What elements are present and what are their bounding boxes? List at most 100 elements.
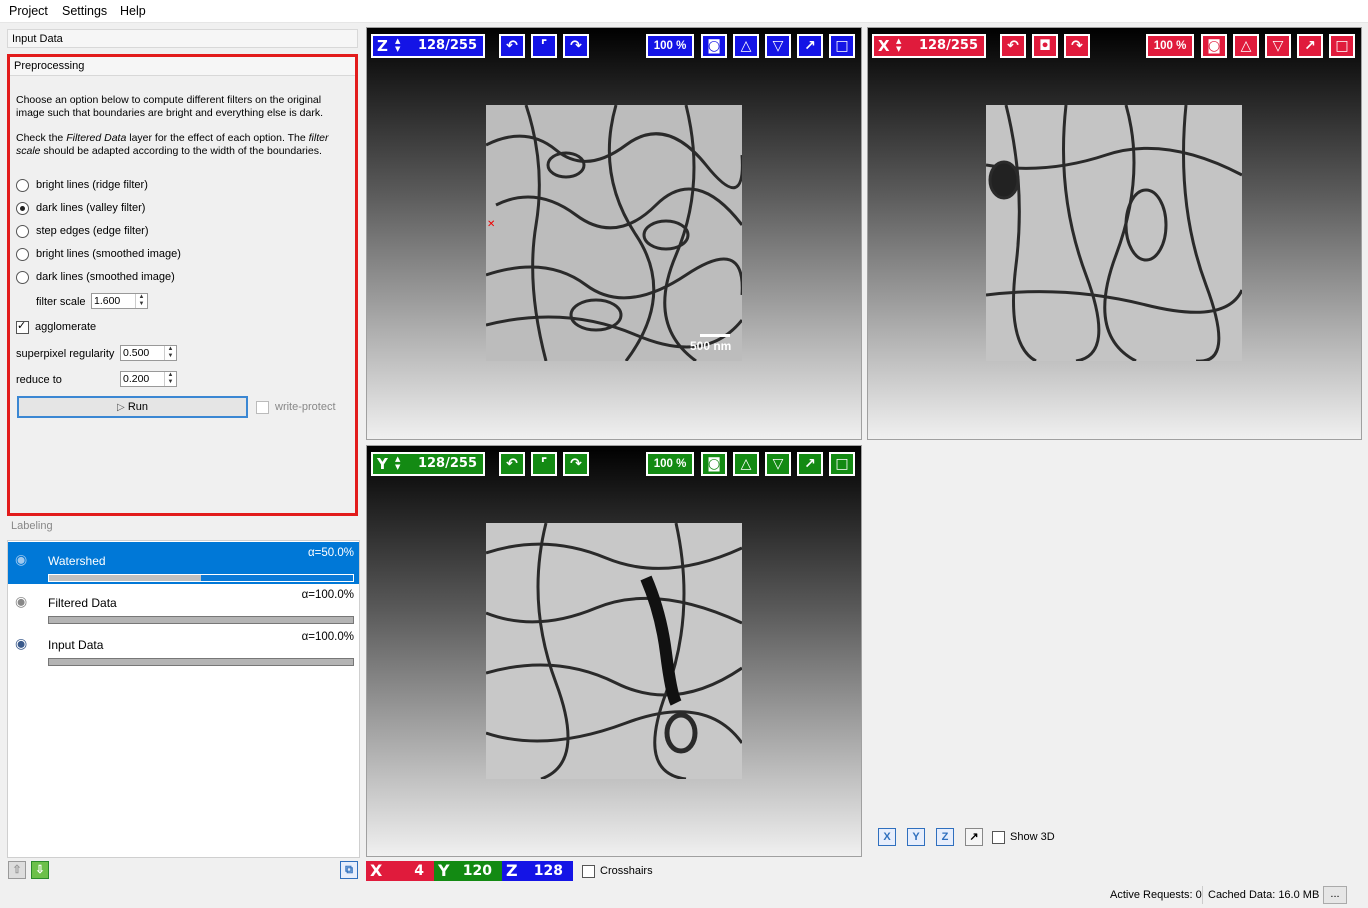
rotate-left-icon[interactable]: ↶	[1000, 34, 1026, 58]
view3d-x-icon[interactable]: X	[878, 828, 896, 846]
rotate-right-icon[interactable]: ↷	[563, 34, 589, 58]
crosshairs-row[interactable]: Crosshairs	[582, 863, 653, 879]
move-layer-down-icon[interactable]: ⇩	[31, 861, 49, 879]
em-image-x	[986, 105, 1242, 361]
rotate-left-icon[interactable]: ↶	[499, 452, 525, 476]
show-3d-checkbox[interactable]	[992, 830, 1005, 844]
maximize-icon[interactable]: ↗	[797, 34, 823, 58]
labeling-section-header[interactable]: Labeling	[7, 517, 358, 536]
updown-icon: ▲ ▼	[395, 455, 401, 471]
swap-axes-icon[interactable]: ⌜	[531, 452, 557, 476]
swap-axes-icon[interactable]: ⌜	[531, 34, 557, 58]
camera-icon[interactable]: ◙	[701, 34, 727, 58]
run-button[interactable]: ▷ Run	[17, 396, 248, 418]
viewer-x[interactable]: X ▲ ▼ 128/255 ↶ ◘ ↷ 100 % ◙ △ ▽ ↗ □	[867, 27, 1362, 440]
crosshair-marker: ✕	[487, 219, 496, 230]
slice-down-icon[interactable]: ▽	[765, 452, 791, 476]
x-slice-spinbox[interactable]: X ▲ ▼ 128/255	[872, 34, 986, 58]
preprocessing-description: Choose an option below to compute differ…	[16, 94, 324, 119]
input-data-section-header[interactable]: Input Data	[7, 29, 358, 48]
show-3d-row[interactable]: Show 3D	[992, 829, 1055, 845]
swap-axes-icon[interactable]: ◘	[1032, 34, 1058, 58]
reduce-to-spinbox[interactable]: 0.200 ▲ ▼	[120, 371, 177, 387]
x-coordinate-indicator: X4	[366, 861, 434, 881]
viewer-z[interactable]: Z ▲ ▼ 128/255 ↶ ⌜ ↷ 100 % ◙ △ ▽ ↗ □ 500 nm …	[366, 27, 862, 440]
radio-dark-lines-smoothed[interactable]: dark lines (smoothed image)	[16, 269, 175, 285]
viewer-y[interactable]: Y ▲ ▼ 128/255 ↶ ⌜ ↷ 100 % ◙ △ ▽ ↗ □	[366, 445, 862, 857]
spin-arrows-icon[interactable]: ▲ ▼	[164, 346, 176, 360]
fullscreen-icon[interactable]: □	[829, 34, 855, 58]
camera-icon[interactable]: ◙	[1201, 34, 1227, 58]
superpixel-regularity-spinbox[interactable]: 0.500 ▲ ▼	[120, 345, 177, 361]
superpixel-regularity-label: superpixel regularity	[16, 348, 115, 360]
layer-watershed[interactable]: ◉ Watershed α=50.0%	[8, 542, 359, 584]
zoom-level-button[interactable]: 100 %	[646, 34, 694, 58]
slice-up-icon[interactable]: △	[733, 452, 759, 476]
status-divider	[1202, 886, 1203, 904]
active-requests-label: Active Requests: 0	[1110, 889, 1202, 901]
y-slice-spinbox[interactable]: Y ▲ ▼ 128/255	[371, 452, 485, 476]
z-coordinate-indicator: Z 128	[502, 861, 573, 881]
layer-settings-icon[interactable]: ⧉	[340, 861, 358, 879]
menu-help[interactable]: Help	[120, 4, 146, 18]
slice-up-icon[interactable]: △	[1233, 34, 1259, 58]
rotate-left-icon[interactable]: ↶	[499, 34, 525, 58]
preprocessing-section-header[interactable]: Preprocessing	[10, 57, 355, 76]
memory-details-button[interactable]: ...	[1323, 886, 1347, 904]
zoom-level-button[interactable]: 100 %	[646, 452, 694, 476]
view3d-z-icon[interactable]: Z	[936, 828, 954, 846]
fullscreen-icon[interactable]: □	[1329, 34, 1355, 58]
slice-down-icon[interactable]: ▽	[765, 34, 791, 58]
spin-arrows-icon[interactable]: ▲ ▼	[135, 294, 147, 308]
eye-icon[interactable]: ◉	[15, 594, 27, 610]
menu-settings[interactable]: Settings	[62, 4, 107, 18]
reduce-to-label: reduce to	[16, 374, 62, 386]
spin-arrows-icon[interactable]: ▲ ▼	[164, 372, 176, 386]
crosshairs-checkbox[interactable]	[582, 864, 595, 878]
layer-list: ◉ Watershed α=50.0% ◉ Filtered Data α=10…	[7, 540, 360, 858]
maximize-icon[interactable]: ↗	[1297, 34, 1323, 58]
scale-bar: 500 nm	[690, 334, 731, 353]
eye-icon[interactable]: ◉	[15, 636, 27, 652]
layer-filtered-data[interactable]: ◉ Filtered Data α=100.0%	[8, 584, 359, 626]
x-slice-image[interactable]	[986, 105, 1242, 361]
layer-input-data[interactable]: ◉ Input Data α=100.0%	[8, 626, 359, 668]
write-protect-row[interactable]: write-protect	[256, 399, 336, 415]
slice-up-icon[interactable]: △	[733, 34, 759, 58]
view3d-y-icon[interactable]: Y	[907, 828, 925, 846]
opacity-bar[interactable]	[48, 658, 354, 666]
radio-indicator[interactable]	[16, 247, 29, 261]
view3d-reset-icon[interactable]: ↗	[965, 828, 983, 846]
filter-scale-spinbox[interactable]: 1.600 ▲ ▼	[91, 293, 148, 309]
agglomerate-checkbox[interactable]	[16, 319, 29, 334]
z-slice-image[interactable]: 500 nm	[486, 105, 742, 361]
preprocessing-panel: Preprocessing Choose an option below to …	[7, 54, 358, 516]
radio-step-edges[interactable]: step edges (edge filter)	[16, 223, 149, 239]
radio-bright-lines-smoothed[interactable]: bright lines (smoothed image)	[16, 246, 181, 262]
eye-icon[interactable]: ◉	[15, 552, 27, 568]
updown-icon: ▲ ▼	[896, 37, 902, 53]
y-slice-image[interactable]	[486, 523, 742, 779]
fullscreen-icon[interactable]: □	[829, 452, 855, 476]
slice-down-icon[interactable]: ▽	[1265, 34, 1291, 58]
move-layer-up-icon[interactable]: ⇧	[8, 861, 26, 879]
zoom-level-button[interactable]: 100 %	[1146, 34, 1194, 58]
camera-icon[interactable]: ◙	[701, 452, 727, 476]
write-protect-checkbox[interactable]	[256, 400, 269, 414]
cached-data-label: Cached Data: 16.0 MB	[1208, 889, 1320, 901]
updown-icon: ▲ ▼	[395, 37, 401, 53]
menu-project[interactable]: Project	[9, 4, 48, 18]
maximize-icon[interactable]: ↗	[797, 452, 823, 476]
radio-dark-lines-valley[interactable]: dark lines (valley filter)	[16, 200, 145, 216]
opacity-bar[interactable]	[48, 574, 354, 582]
radio-indicator[interactable]	[16, 270, 29, 284]
rotate-right-icon[interactable]: ↷	[563, 452, 589, 476]
opacity-bar[interactable]	[48, 616, 354, 624]
radio-indicator[interactable]	[16, 178, 29, 192]
z-slice-spinbox[interactable]: Z ▲ ▼ 128/255	[371, 34, 485, 58]
rotate-right-icon[interactable]: ↷	[1064, 34, 1090, 58]
radio-bright-lines-ridge[interactable]: bright lines (ridge filter)	[16, 177, 148, 193]
agglomerate-checkbox-row[interactable]: agglomerate	[16, 319, 96, 335]
radio-indicator[interactable]	[16, 201, 29, 215]
radio-indicator[interactable]	[16, 224, 29, 238]
